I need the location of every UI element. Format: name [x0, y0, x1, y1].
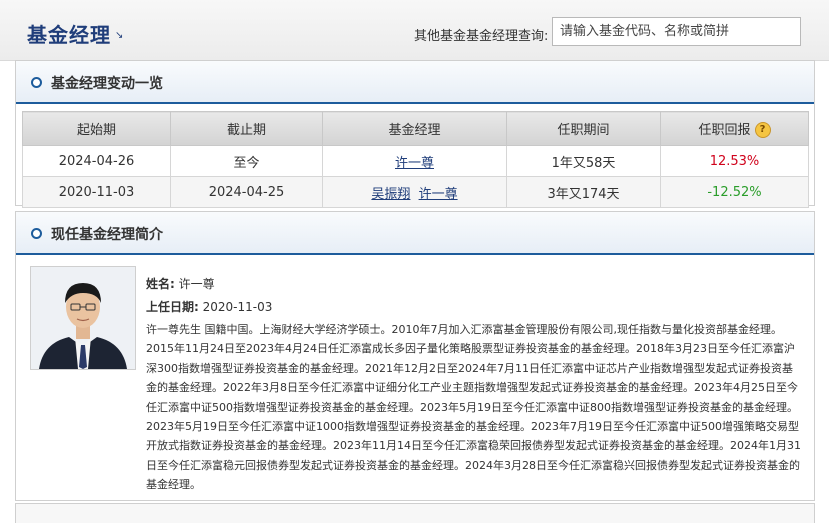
next-panel-edge	[15, 503, 815, 523]
panel-title: 现任基金经理简介	[51, 227, 163, 243]
column-header: 起始期	[22, 111, 171, 146]
table-row: 2024-04-26 至今 许一尊 1年又58天 12.53%	[22, 145, 809, 177]
tenure-return: 12.53%	[660, 145, 809, 177]
page-title: 基金经理	[27, 23, 111, 47]
tenure-return: -12.52%	[660, 176, 809, 208]
arrow-icon[interactable]: ↘	[115, 30, 123, 41]
manager-link[interactable]: 许一尊	[395, 156, 434, 171]
start-date: 2024-04-26	[22, 145, 171, 177]
start-date: 2020-11-03	[22, 176, 171, 208]
end-date: 至今	[170, 145, 323, 177]
help-icon[interactable]: ?	[754, 122, 771, 139]
column-header-label: 任职回报	[698, 122, 751, 138]
start-date-row: 上任日期: 2020-11-03	[146, 298, 272, 315]
search-label: 其他基金基金经理查询:	[414, 29, 549, 44]
tenure-duration: 1年又58天	[506, 145, 661, 177]
end-date: 2024-04-25	[170, 176, 323, 208]
changes-table-wrap: 起始期 截止期 基金经理 任职期间 任职回报? 2024-04-26 至今 许一…	[22, 111, 809, 208]
panel-header: 基金经理变动一览	[16, 61, 814, 104]
manager-name-row: 姓名: 许一尊	[146, 275, 215, 292]
manager-bio: 许一尊先生 国籍中国。上海财经大学经济学硕士。2010年7月加入汇添富基金管理股…	[146, 323, 801, 492]
tenure-duration: 3年又174天	[506, 176, 661, 208]
panel-title: 基金经理变动一览	[51, 76, 163, 92]
header-bar: 基金经理 ↘ 其他基金基金经理查询:	[0, 0, 829, 61]
manager-photo	[30, 266, 136, 370]
manager-link[interactable]: 许一尊	[419, 187, 458, 202]
changes-table: 起始期 截止期 基金经理 任职期间 任职回报? 2024-04-26 至今 许一…	[22, 111, 809, 208]
circle-bullet-icon	[31, 77, 42, 88]
start-date-value: 2020-11-03	[202, 300, 273, 314]
name-label: 姓名:	[146, 277, 175, 291]
table-row: 2020-11-03 2024-04-25 吴振翔 许一尊 3年又174天 -1…	[22, 176, 809, 208]
start-date-label: 上任日期:	[146, 300, 199, 314]
manager-name: 许一尊	[178, 277, 215, 291]
manager-cell: 许一尊	[322, 145, 507, 177]
search-input[interactable]	[552, 17, 801, 46]
circle-bullet-icon	[31, 228, 42, 239]
current-manager-panel: 现任基金经理简介 姓名: 许一尊 上任日期: 2020-11-03 许一尊先生 …	[15, 211, 815, 501]
manager-link[interactable]: 吴振翔	[371, 187, 410, 202]
table-header-row: 起始期 截止期 基金经理 任职期间 任职回报?	[22, 111, 809, 146]
manager-changes-panel: 基金经理变动一览 起始期 截止期 基金经理 任职期间 任职回报? 2024-04…	[15, 60, 815, 208]
manager-cell: 吴振翔 许一尊	[322, 176, 507, 208]
column-header: 任职期间	[506, 111, 661, 146]
column-header: 基金经理	[322, 111, 507, 146]
column-header-return: 任职回报?	[660, 111, 809, 146]
column-header: 截止期	[170, 111, 323, 146]
panel-header: 现任基金经理简介	[16, 212, 814, 255]
manager-portrait	[31, 267, 135, 369]
